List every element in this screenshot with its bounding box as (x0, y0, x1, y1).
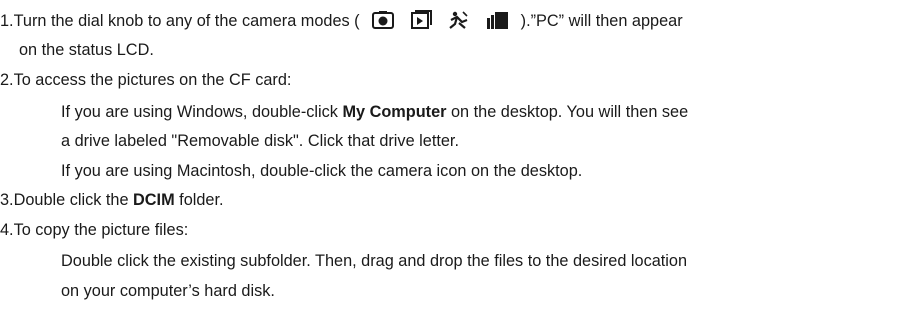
camera-mode-icon (371, 10, 395, 30)
step-2-windows-post: on the desktop. You will then see (446, 103, 689, 121)
continuous-mode-icon (485, 10, 509, 30)
dcim-label: DCIM (133, 191, 175, 209)
step-1-continuation: on the status LCD. (19, 41, 154, 59)
step-1-line: 1.Turn the dial knob to any of the camer… (0, 10, 683, 30)
step-2-windows-pre: If you are using Windows, double-click (61, 103, 343, 121)
step-4-title: 4.To copy the picture files: (0, 221, 189, 239)
camera-mode-icons (364, 10, 516, 30)
step-1-text-suffix: ).”PC” will then appear (516, 12, 683, 30)
step-2-windows-line: If you are using Windows, double-click M… (61, 102, 688, 122)
step-1-text-prefix: 1.Turn the dial knob to any of the camer… (0, 12, 365, 30)
my-computer-label: My Computer (342, 103, 447, 121)
playback-mode-icon (409, 10, 433, 30)
step-2-title: 2.To access the pictures on the CF card: (0, 71, 292, 89)
scene-mode-icon (447, 10, 471, 30)
step-3-line: 3.Double click the DCIM folder. (0, 190, 224, 210)
step-4-line-2: on your computer’s hard disk. (61, 282, 275, 300)
step-2-mac-line: If you are using Macintosh, double-click… (61, 162, 583, 180)
step-4-line-1: Double click the existing subfolder. The… (61, 252, 688, 270)
step-3-post: folder. (174, 191, 224, 209)
step-3-pre: 3.Double click the (0, 191, 134, 209)
step-2-windows-continuation: a drive labeled "Removable disk". Click … (61, 132, 459, 150)
